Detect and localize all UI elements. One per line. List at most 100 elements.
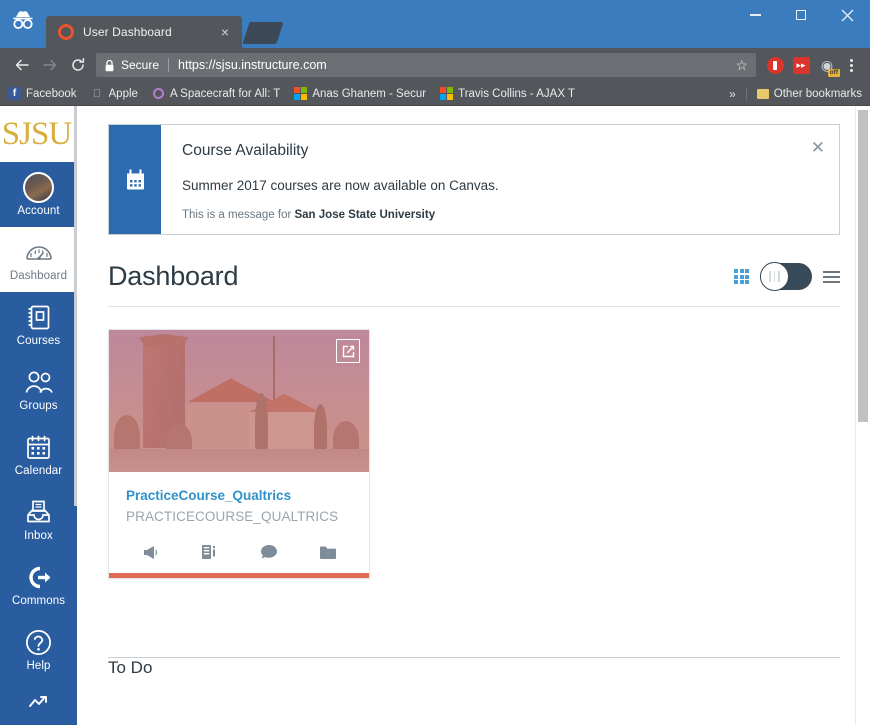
canvas-favicon (58, 24, 74, 40)
adblock-extension-icon[interactable] (762, 52, 788, 78)
card-announcements-icon[interactable] (142, 544, 160, 560)
bookmark-label: A Spacecraft for All: T (169, 87, 281, 100)
alert-message: Summer 2017 courses are now available on… (182, 178, 499, 193)
folder-icon (756, 88, 769, 99)
card-files-icon[interactable] (319, 544, 337, 560)
partial-icon (26, 686, 52, 716)
sidebar-item-commons[interactable]: Commons (0, 552, 77, 617)
back-button[interactable] (8, 51, 36, 79)
url-text: https://sjsu.instructure.com (178, 58, 327, 72)
other-bookmarks-folder[interactable]: Other bookmarks (756, 87, 862, 100)
tab-title: User Dashboard (83, 25, 172, 39)
card-discussions-icon[interactable] (260, 544, 278, 560)
ghostery-extension-icon[interactable]: ◉ off (814, 52, 840, 78)
course-card-title[interactable]: PracticeCourse_Qualtrics (126, 488, 352, 503)
course-card[interactable]: PracticeCourse_Qualtrics PRACTICECOURSE_… (108, 329, 370, 579)
course-card-color-bar (109, 573, 369, 578)
bookmark-label: Apple (108, 87, 138, 100)
bookmark-label: Facebook (26, 87, 77, 100)
todo-title: To Do (108, 658, 153, 677)
page-scrollbar-thumb[interactable] (858, 110, 868, 422)
dashboard-content: Course Availability Summer 2017 courses … (77, 106, 870, 725)
new-tab-button[interactable] (242, 22, 284, 44)
bookmarks-overflow-button[interactable]: » (729, 87, 736, 101)
forward-button[interactable] (36, 51, 64, 79)
sidebar-item-partial[interactable] (0, 682, 77, 725)
course-card-body: PracticeCourse_Qualtrics PRACTICECOURSE_… (109, 472, 369, 526)
help-question-icon (25, 627, 52, 657)
bookmark-anas-ghanem[interactable]: Anas Ghanem - Secur (294, 87, 426, 100)
sidebar-item-label: Account (17, 205, 60, 217)
sidebar-item-label: Calendar (14, 465, 63, 477)
browser-tab[interactable]: User Dashboard × (46, 16, 242, 48)
dashboard-view-toggle[interactable] (760, 262, 812, 291)
maximize-button[interactable] (778, 0, 824, 30)
dashboard-header: Dashboard (108, 261, 840, 307)
alert-institution: San Jose State University (294, 209, 436, 221)
list-view-icon[interactable] (823, 270, 840, 283)
window-controls (732, 0, 870, 30)
bookmark-apple[interactable]:  Apple (91, 87, 138, 100)
course-availability-alert: Course Availability Summer 2017 courses … (108, 124, 840, 235)
course-card-image (109, 330, 369, 472)
microsoft-icon (440, 87, 454, 100)
sidebar-item-courses[interactable]: Courses (0, 292, 77, 357)
lock-icon (104, 59, 115, 72)
sidebar-item-inbox[interactable]: Inbox (0, 487, 77, 552)
close-button[interactable] (824, 0, 870, 30)
fast-forward-extension-icon[interactable]: ▸▸ (788, 52, 814, 78)
card-view-icon[interactable] (734, 269, 749, 284)
sidebar-item-label: Commons (11, 595, 66, 607)
address-bar[interactable]: Secure https://sjsu.instructure.com ☆ (96, 53, 756, 77)
reload-button[interactable] (64, 51, 92, 79)
calendar-icon (26, 432, 51, 462)
security-label: Secure (121, 58, 160, 72)
bookmark-label: Anas Ghanem - Secur (312, 87, 427, 100)
commons-arrow-icon (25, 562, 52, 592)
omnibox-divider (168, 58, 170, 72)
bookmark-travis-collins[interactable]: Travis Collins - AJAX T (440, 87, 575, 100)
circle-icon (152, 87, 165, 100)
canvas-global-navigation: SJSU Account Dashboard Courses Groups Ca… (0, 106, 77, 725)
sidebar-item-calendar[interactable]: Calendar (0, 422, 77, 487)
extension-off-badge: off (827, 69, 840, 77)
card-assignments-icon[interactable] (201, 544, 219, 560)
sidebar-item-dashboard[interactable]: Dashboard (0, 227, 77, 292)
incognito-icon (0, 0, 46, 48)
groups-people-icon (24, 367, 54, 397)
sidebar-item-label: Inbox (24, 530, 53, 542)
bookmark-label: Other bookmarks (773, 87, 862, 100)
apple-icon:  (91, 87, 104, 100)
sidebar-item-label: Groups (19, 400, 58, 412)
toggle-knob (760, 262, 789, 291)
sidebar-item-help[interactable]: Help (0, 617, 77, 682)
sidebar-item-label: Dashboard (9, 270, 68, 282)
sjsu-logo[interactable]: SJSU (0, 106, 77, 162)
page-scrollbar[interactable] (855, 106, 870, 725)
browser-window: User Dashboard × Secure https://sjsu.ins… (0, 0, 870, 725)
minimize-button[interactable] (732, 0, 778, 30)
bookmark-facebook[interactable]: f Facebook (8, 87, 77, 100)
chrome-menu-button[interactable] (840, 52, 862, 78)
tab-strip: User Dashboard × (0, 0, 870, 48)
facebook-icon: f (8, 87, 21, 100)
dashboard-cards: PracticeCourse_Qualtrics PRACTICECOURSE_… (108, 329, 840, 579)
bookmark-spacecraft[interactable]: A Spacecraft for All: T (152, 87, 280, 100)
bookmark-star-icon[interactable]: ☆ (735, 57, 748, 74)
course-card-subtitle: PRACTICECOURSE_QUALTRICS (126, 509, 339, 524)
microsoft-icon (294, 87, 308, 100)
alert-calendar-icon (109, 125, 161, 234)
courses-book-icon (27, 302, 51, 332)
sidebar-item-groups[interactable]: Groups (0, 357, 77, 422)
sidebar-item-account[interactable]: Account (0, 162, 77, 227)
bookmarks-divider (745, 86, 747, 101)
course-card-actions (109, 526, 369, 573)
sidebar-item-label: Help (26, 660, 51, 672)
dashboard-view-controls (734, 262, 840, 291)
bookmark-label: Travis Collins - AJAX T (458, 87, 576, 100)
alert-title: Course Availability (182, 142, 309, 159)
alert-close-icon[interactable]: ✕ (811, 139, 825, 156)
tab-close-icon[interactable]: × (216, 25, 234, 39)
inbox-tray-icon (26, 497, 51, 527)
course-card-edit-icon[interactable] (336, 339, 360, 363)
